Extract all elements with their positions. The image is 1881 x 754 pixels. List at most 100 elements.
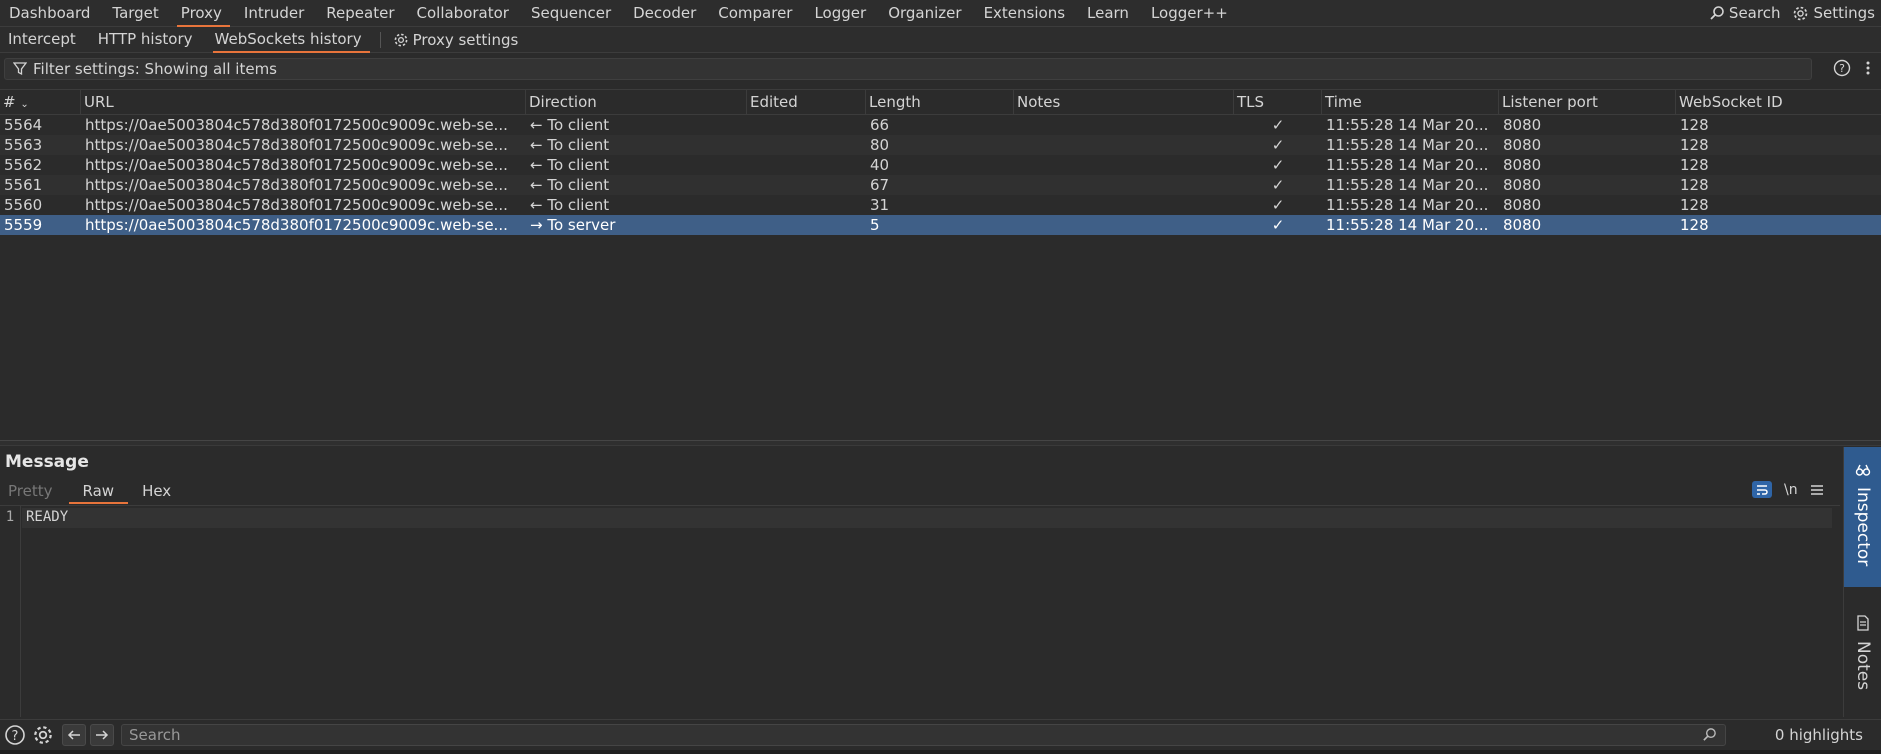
tab-http-history[interactable]: HTTP history	[90, 27, 207, 53]
panel-splitter[interactable]	[0, 440, 1881, 446]
cell-tls: ✓	[1271, 176, 1285, 194]
websockets-history-table: # ⌄ URL Direction Edited Length Notes TL…	[0, 89, 1881, 235]
cell-tls: ✓	[1271, 156, 1285, 174]
cell-listener-port: 8080	[1503, 136, 1542, 154]
highlights-count: 0 highlights	[1774, 726, 1863, 744]
tab-extensions[interactable]: Extensions	[975, 0, 1078, 27]
column-header-time[interactable]: Time	[1322, 90, 1499, 115]
cell-length: 40	[870, 156, 890, 174]
tab-websockets-history[interactable]: WebSockets history	[207, 27, 376, 53]
cell-direction: ← To client	[530, 196, 610, 214]
cell-number: 5560	[4, 196, 43, 214]
help-icon[interactable]: ?	[1833, 59, 1851, 77]
inspector-tab[interactable]: Inspector	[1844, 447, 1881, 587]
cell-websocket-id: 128	[1680, 176, 1709, 194]
column-header-number[interactable]: # ⌄	[0, 90, 81, 115]
search-placeholder: Search	[129, 726, 181, 744]
tab-raw[interactable]: Raw	[68, 478, 129, 504]
cell-direction: ← To client	[530, 116, 610, 134]
tab-organizer[interactable]: Organizer	[879, 0, 974, 27]
search-settings-button[interactable]	[32, 724, 54, 746]
cell-notes	[1014, 195, 1234, 215]
tab-comparer[interactable]: Comparer	[709, 0, 805, 27]
bottom-search-bar: ? Search 0 highlights	[0, 719, 1881, 750]
cell-length: 31	[870, 196, 890, 214]
cell-time: 11:55:28 14 Mar 20...	[1326, 176, 1489, 194]
next-match-button[interactable]	[90, 724, 114, 746]
notes-tab[interactable]: Notes	[1844, 615, 1881, 715]
wrap-lines-icon	[1757, 484, 1768, 495]
search-label: Search	[1728, 4, 1781, 22]
cell-tls: ✓	[1271, 216, 1285, 234]
cell-tls: ✓	[1271, 136, 1285, 154]
cell-websocket-id: 128	[1680, 156, 1709, 174]
cell-time: 11:55:28 14 Mar 20...	[1326, 156, 1489, 174]
table-row[interactable]: 5562 https://0ae5003804c578d380f0172500c…	[0, 155, 1881, 175]
svg-text:?: ?	[1839, 62, 1845, 75]
column-header-direction[interactable]: Direction	[526, 90, 747, 115]
tab-target[interactable]: Target	[103, 0, 171, 27]
column-header-listener-port[interactable]: Listener port	[1499, 90, 1676, 115]
tab-logger[interactable]: Logger	[805, 0, 879, 27]
cell-edited	[747, 155, 866, 175]
table-body: 5564 https://0ae5003804c578d380f0172500c…	[0, 115, 1881, 235]
column-header-url[interactable]: URL	[81, 90, 526, 115]
column-header-notes[interactable]: Notes	[1014, 90, 1234, 115]
word-wrap-button[interactable]	[1752, 481, 1772, 498]
tab-collaborator[interactable]: Collaborator	[408, 0, 522, 27]
newline-toggle-button[interactable]: \n	[1784, 482, 1798, 498]
table-row[interactable]: 5560 https://0ae5003804c578d380f0172500c…	[0, 195, 1881, 215]
cell-listener-port: 8080	[1503, 116, 1542, 134]
more-options-icon[interactable]	[1865, 59, 1871, 77]
hamburger-menu-icon[interactable]	[1810, 484, 1824, 496]
column-header-tls[interactable]: TLS	[1234, 90, 1322, 115]
message-editor[interactable]: 1 READY	[0, 505, 1840, 717]
proxy-settings-button[interactable]: Proxy settings	[389, 31, 518, 49]
tab-intercept[interactable]: Intercept	[0, 27, 90, 53]
tab-sequencer[interactable]: Sequencer	[522, 0, 624, 27]
help-icon: ?	[5, 725, 25, 745]
column-header-websocket-id[interactable]: WebSocket ID	[1676, 90, 1881, 115]
cell-listener-port: 8080	[1503, 196, 1542, 214]
tab-decoder[interactable]: Decoder	[624, 0, 709, 27]
table-row[interactable]: 5561 https://0ae5003804c578d380f0172500c…	[0, 175, 1881, 195]
settings-button[interactable]: Settings	[1792, 4, 1875, 22]
cell-length: 66	[870, 116, 890, 134]
tab-proxy[interactable]: Proxy	[172, 0, 235, 27]
tab-intruder[interactable]: Intruder	[235, 0, 317, 27]
cell-websocket-id: 128	[1680, 216, 1709, 234]
tab-repeater[interactable]: Repeater	[317, 0, 407, 27]
help-button[interactable]: ?	[4, 724, 26, 746]
tab-dashboard[interactable]: Dashboard	[0, 0, 103, 27]
tab-learn[interactable]: Learn	[1078, 0, 1142, 27]
cell-edited	[747, 195, 866, 215]
cell-url: https://0ae5003804c578d380f0172500c9009c…	[85, 216, 508, 234]
cell-length: 67	[870, 176, 890, 194]
filter-icon	[13, 62, 27, 76]
tab-pretty[interactable]: Pretty	[0, 478, 61, 504]
gear-icon	[394, 33, 408, 46]
tab-logger-plus-plus[interactable]: Logger++	[1142, 0, 1241, 27]
column-header-edited[interactable]: Edited	[747, 90, 866, 115]
search-input[interactable]: Search	[121, 724, 1726, 746]
message-content-line[interactable]: READY	[22, 508, 1832, 528]
arrow-right-icon	[96, 730, 109, 740]
table-row-selected[interactable]: 5559 https://0ae5003804c578d380f0172500c…	[0, 215, 1881, 235]
filter-settings-bar[interactable]: Filter settings: Showing all items	[4, 58, 1812, 80]
cell-number: 5563	[4, 136, 43, 154]
table-row[interactable]: 5564 https://0ae5003804c578d380f0172500c…	[0, 115, 1881, 135]
cell-listener-port: 8080	[1503, 156, 1542, 174]
cell-websocket-id: 128	[1680, 136, 1709, 154]
cell-time: 11:55:28 14 Mar 20...	[1326, 136, 1489, 154]
cell-number: 5564	[4, 116, 43, 134]
column-header-length[interactable]: Length	[866, 90, 1014, 115]
cell-notes	[1014, 115, 1234, 135]
sort-descending-icon: ⌄	[20, 99, 29, 110]
global-search-button[interactable]: Search	[1709, 4, 1781, 22]
cell-url: https://0ae5003804c578d380f0172500c9009c…	[85, 176, 508, 194]
cell-time: 11:55:28 14 Mar 20...	[1326, 216, 1489, 234]
right-sidebar: Inspector Notes	[1843, 447, 1881, 717]
table-row[interactable]: 5563 https://0ae5003804c578d380f0172500c…	[0, 135, 1881, 155]
tab-hex[interactable]: Hex	[134, 478, 179, 504]
previous-match-button[interactable]	[62, 724, 86, 746]
